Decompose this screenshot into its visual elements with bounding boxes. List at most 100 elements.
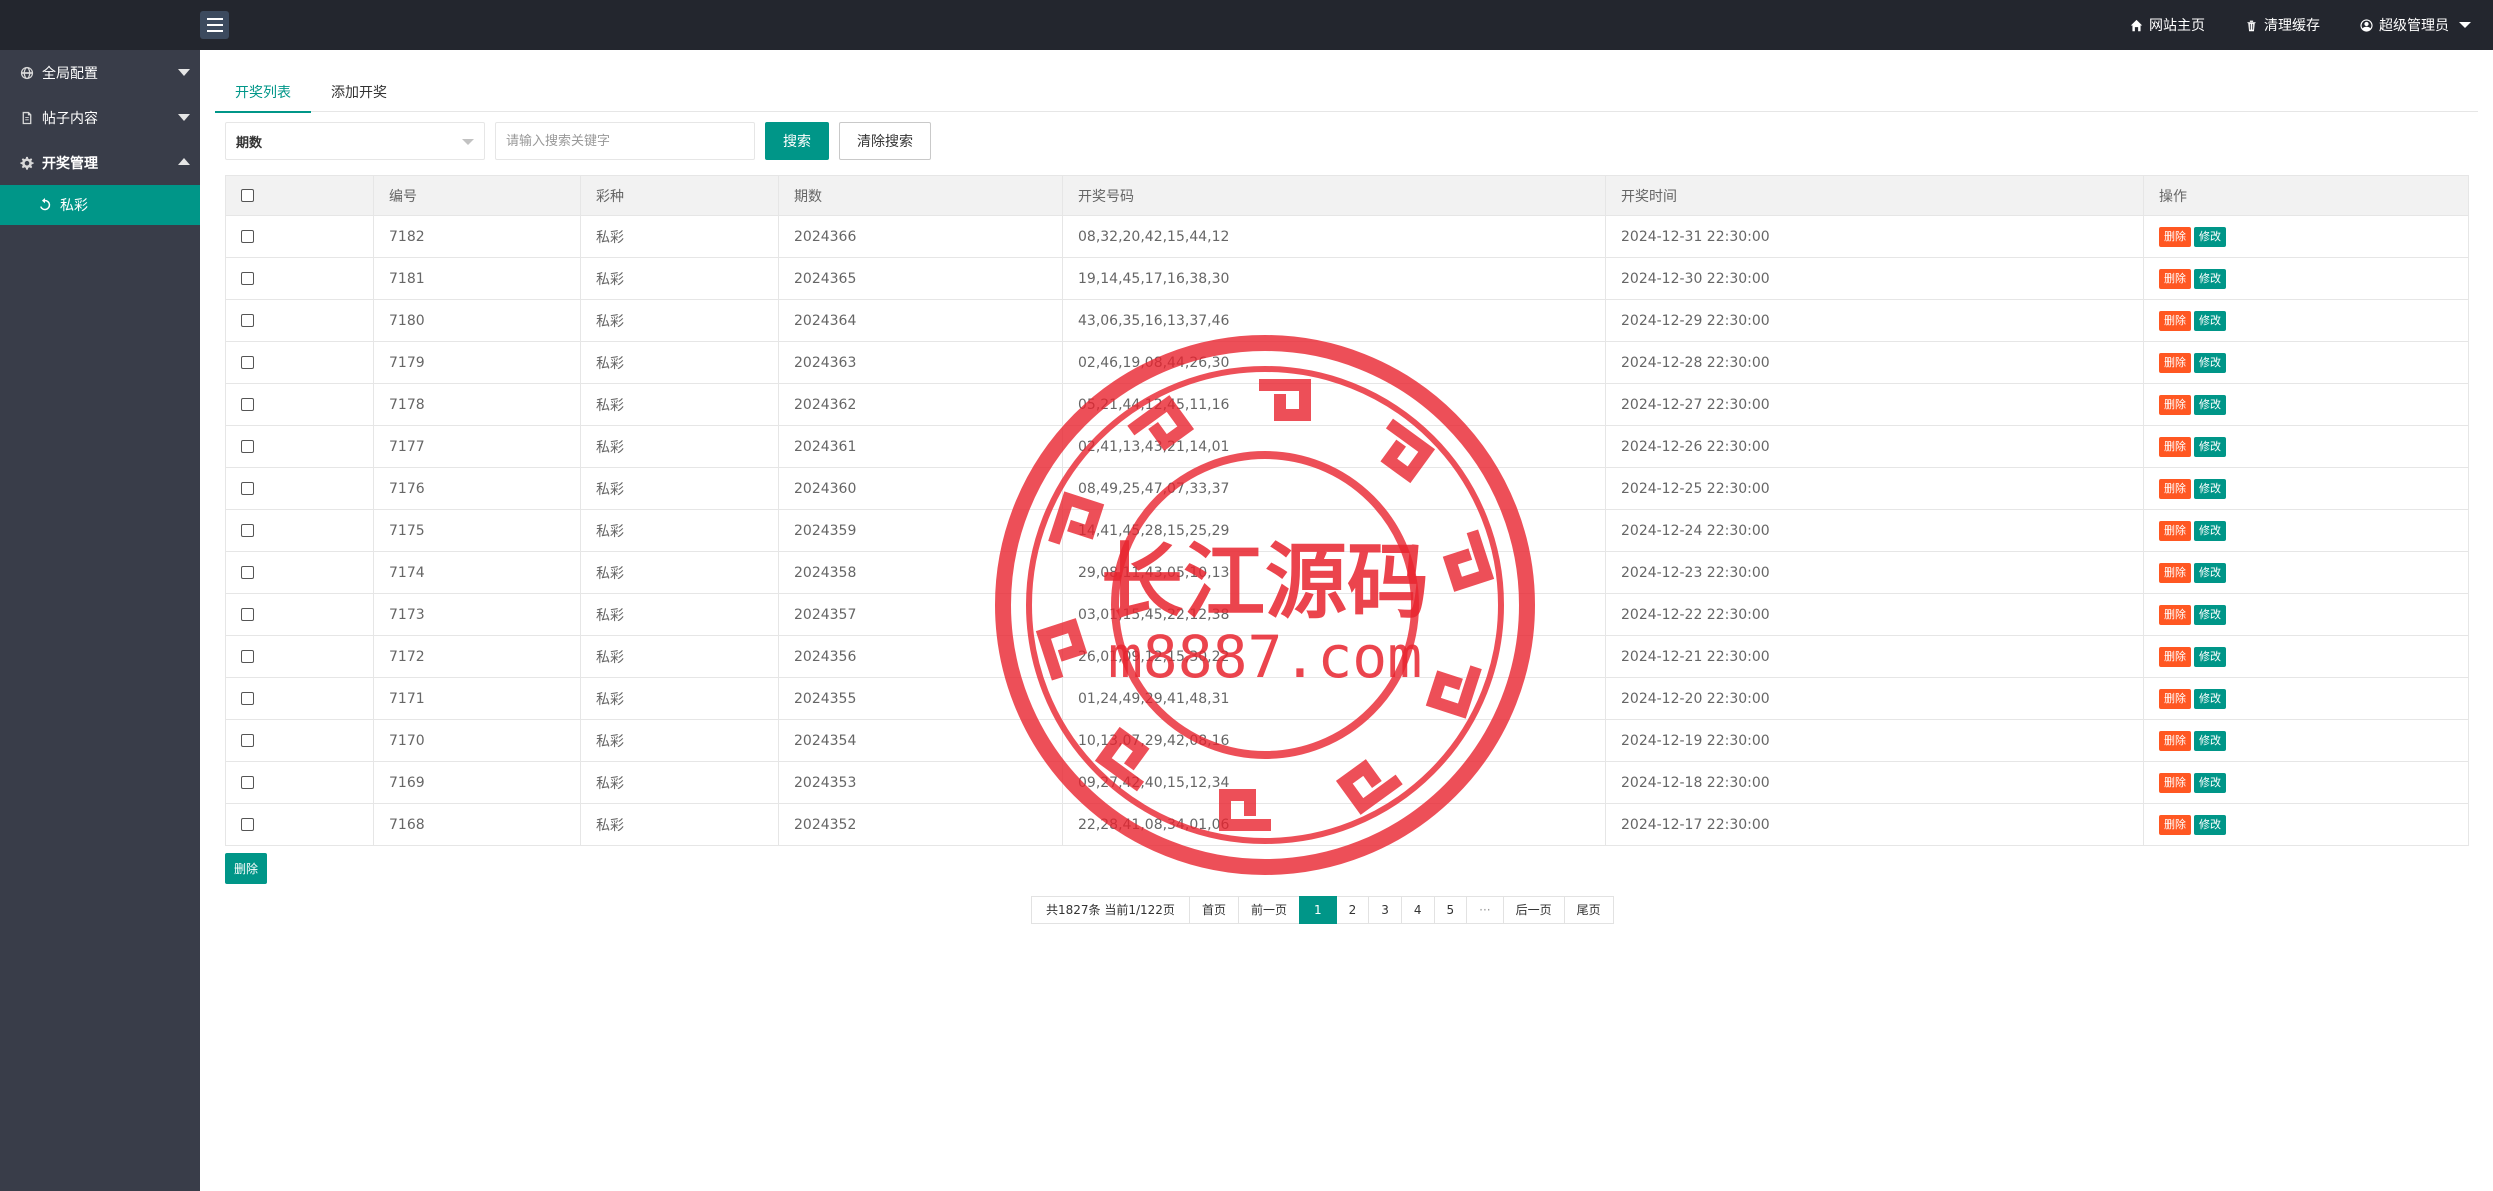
row-delete-button[interactable]: 删除	[2159, 814, 2191, 835]
row-delete-button[interactable]: 删除	[2159, 772, 2191, 793]
row-checkbox[interactable]	[241, 398, 254, 411]
row-checkbox[interactable]	[241, 692, 254, 705]
table-row: 7173 私彩 2024357 03,01,15,45,22,12,38 2024-12…	[225, 593, 2469, 636]
search-button[interactable]: 搜索	[765, 122, 829, 160]
user-menu[interactable]: 超级管理员	[2360, 15, 2471, 35]
last-page-button[interactable]: 尾页	[1563, 896, 1614, 924]
row-edit-button[interactable]: 修改	[2194, 562, 2226, 583]
row-checkbox[interactable]	[241, 230, 254, 243]
row-delete-button[interactable]: 删除	[2159, 688, 2191, 709]
first-page-button[interactable]: 首页	[1188, 896, 1239, 924]
row-edit-button[interactable]: 修改	[2194, 352, 2226, 373]
column-header-time[interactable]: 开奖时间	[1605, 175, 2144, 216]
row-edit-button[interactable]: 修改	[2194, 478, 2226, 499]
search-field-select[interactable]: 期数	[225, 122, 485, 160]
cell-period: 2024364	[778, 299, 1063, 342]
sidebar-item-label: 开奖管理	[42, 155, 98, 172]
cell-id: 7176	[373, 467, 581, 510]
cell-actions: 删除 修改	[2143, 719, 2469, 762]
row-select-cell	[225, 677, 374, 720]
clear-cache-link[interactable]: 清理缓存	[2245, 15, 2320, 35]
cell-id: 7177	[373, 425, 581, 468]
page-button[interactable]: 4	[1400, 896, 1435, 924]
row-checkbox[interactable]	[241, 440, 254, 453]
prev-page-button[interactable]: 前一页	[1237, 896, 1300, 924]
row-edit-button[interactable]: 修改	[2194, 520, 2226, 541]
bulk-delete-button[interactable]: 删除	[225, 853, 268, 884]
row-checkbox[interactable]	[241, 734, 254, 747]
row-edit-button[interactable]: 修改	[2194, 268, 2226, 289]
row-delete-button[interactable]: 删除	[2159, 436, 2191, 457]
page-button-current[interactable]: 1	[1298, 896, 1337, 924]
row-edit-button[interactable]: 修改	[2194, 730, 2226, 751]
row-select-cell	[225, 257, 374, 300]
row-edit-button[interactable]: 修改	[2194, 436, 2226, 457]
sidebar-item-post-content[interactable]: 帖子内容	[0, 95, 200, 140]
row-edit-button[interactable]: 修改	[2194, 394, 2226, 415]
cell-time: 2024-12-21 22:30:00	[1605, 635, 2144, 678]
row-checkbox[interactable]	[241, 608, 254, 621]
row-edit-button[interactable]: 修改	[2194, 772, 2226, 793]
row-delete-button[interactable]: 删除	[2159, 520, 2191, 541]
column-header-numbers[interactable]: 开奖号码	[1062, 175, 1606, 216]
page-button[interactable]: 5	[1433, 896, 1468, 924]
column-header-id[interactable]: 编号	[373, 175, 581, 216]
select-all-checkbox[interactable]	[241, 189, 254, 202]
cell-numbers: 29,08,11,43,05,10,13	[1062, 551, 1606, 594]
cell-id: 7169	[373, 761, 581, 804]
row-delete-button[interactable]: 删除	[2159, 604, 2191, 625]
cell-actions: 删除 修改	[2143, 257, 2469, 300]
globe-icon	[20, 66, 34, 80]
row-checkbox[interactable]	[241, 776, 254, 789]
cell-actions: 删除 修改	[2143, 425, 2469, 468]
row-edit-button[interactable]: 修改	[2194, 688, 2226, 709]
page-button[interactable]: 3	[1368, 896, 1402, 924]
cell-numbers: 05,21,44,12,45,11,16	[1062, 383, 1606, 426]
row-delete-button[interactable]: 删除	[2159, 268, 2191, 289]
table-row: 7178 私彩 2024362 05,21,44,12,45,11,16 2024-12…	[225, 383, 2469, 426]
sidebar-item-global-config[interactable]: 全局配置	[0, 50, 200, 95]
page-button[interactable]: 2	[1335, 896, 1370, 924]
row-delete-button[interactable]: 删除	[2159, 226, 2191, 247]
cell-type: 私彩	[580, 635, 779, 678]
column-header-type[interactable]: 彩种	[580, 175, 779, 216]
row-edit-button[interactable]: 修改	[2194, 646, 2226, 667]
row-edit-button[interactable]: 修改	[2194, 814, 2226, 835]
home-link[interactable]: 网站主页	[2130, 15, 2205, 35]
row-delete-button[interactable]: 删除	[2159, 646, 2191, 667]
cell-time: 2024-12-23 22:30:00	[1605, 551, 2144, 594]
tab-lottery-list[interactable]: 开奖列表	[215, 72, 311, 113]
cell-time: 2024-12-30 22:30:00	[1605, 257, 2144, 300]
row-edit-button[interactable]: 修改	[2194, 604, 2226, 625]
pagination-info: 共1827条 当前1/122页	[1031, 896, 1190, 924]
row-checkbox[interactable]	[241, 314, 254, 327]
cell-id: 7173	[373, 593, 581, 636]
row-delete-button[interactable]: 删除	[2159, 478, 2191, 499]
column-header-period[interactable]: 期数	[778, 175, 1063, 216]
row-checkbox[interactable]	[241, 524, 254, 537]
cell-period: 2024360	[778, 467, 1063, 510]
row-edit-button[interactable]: 修改	[2194, 310, 2226, 331]
row-checkbox[interactable]	[241, 566, 254, 579]
row-checkbox[interactable]	[241, 818, 254, 831]
search-bar: 期数 搜索 清除搜索	[225, 122, 931, 160]
row-delete-button[interactable]: 删除	[2159, 730, 2191, 751]
sidebar-subitem-private-lottery[interactable]: 私彩	[0, 185, 200, 225]
chevron-up-icon	[178, 158, 190, 165]
row-checkbox[interactable]	[241, 272, 254, 285]
row-delete-button[interactable]: 删除	[2159, 394, 2191, 415]
next-page-button[interactable]: 后一页	[1502, 896, 1565, 924]
sidebar-item-lottery-management[interactable]: 开奖管理	[0, 140, 200, 185]
row-edit-button[interactable]: 修改	[2194, 226, 2226, 247]
tab-add-lottery[interactable]: 添加开奖	[311, 72, 407, 112]
row-delete-button[interactable]: 删除	[2159, 562, 2191, 583]
row-delete-button[interactable]: 删除	[2159, 352, 2191, 373]
search-input[interactable]	[495, 122, 755, 160]
row-checkbox[interactable]	[241, 650, 254, 663]
cell-id: 7175	[373, 509, 581, 552]
row-checkbox[interactable]	[241, 356, 254, 369]
menu-toggle-button[interactable]	[200, 11, 229, 39]
clear-search-button[interactable]: 清除搜索	[839, 122, 931, 160]
row-checkbox[interactable]	[241, 482, 254, 495]
row-delete-button[interactable]: 删除	[2159, 310, 2191, 331]
